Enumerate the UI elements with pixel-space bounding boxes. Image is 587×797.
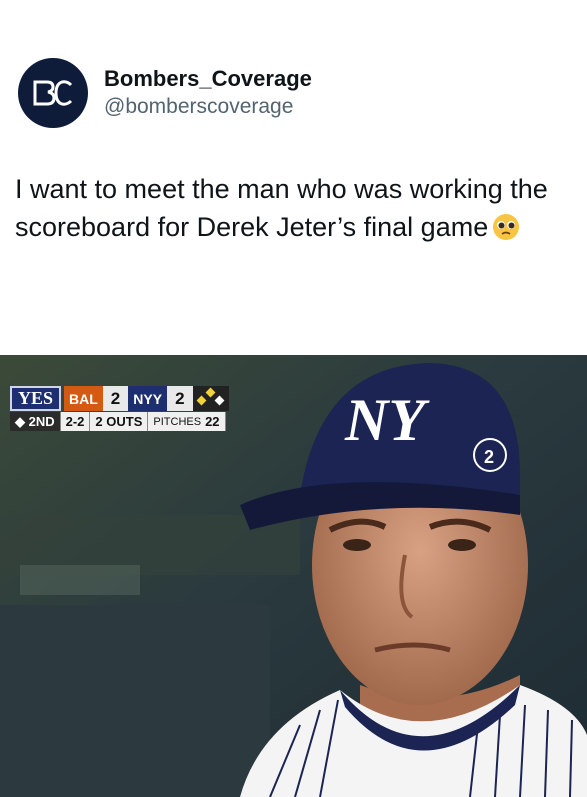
bc-logo-icon [33,80,73,106]
tweet-photo[interactable]: NY 2 YES BAL 2 NYY 2 ◆ 2ND 2-2 2 OUTS PI… [0,355,587,797]
pitches-value: 22 [205,414,220,429]
outs: 2 OUTS [90,412,149,431]
avatar[interactable] [18,58,88,128]
bases-diamond-icon [192,386,229,411]
inning-label: 2ND [28,414,55,429]
display-name[interactable]: Bombers_Coverage [104,65,312,93]
network-logo: YES [10,386,62,411]
pleading-face-emoji-icon [492,213,520,251]
home-team: NYY [128,386,168,411]
pitch-count-balls-strikes: 2-2 [60,412,91,431]
tweet-body: I want to meet the man who was working t… [15,174,548,242]
inning: ◆ 2ND [10,412,61,431]
away-score: 2 [102,386,129,411]
tweet-text: I want to meet the man who was working t… [15,170,575,251]
home-score: 2 [167,386,193,411]
pitches: PITCHES 22 [148,412,226,431]
scoreboard-bug: YES BAL 2 NYY 2 ◆ 2ND 2-2 2 OUTS PITCHES… [10,386,229,431]
pitches-label: PITCHES [153,415,202,428]
svg-text:NY: NY [344,387,430,453]
away-team: BAL [64,386,103,411]
tweet-header: Bombers_Coverage @bomberscoverage [18,58,312,128]
svg-text:2: 2 [484,447,494,467]
user-handle[interactable]: @bomberscoverage [104,93,312,121]
inning-arrow-icon: ◆ [15,413,29,429]
